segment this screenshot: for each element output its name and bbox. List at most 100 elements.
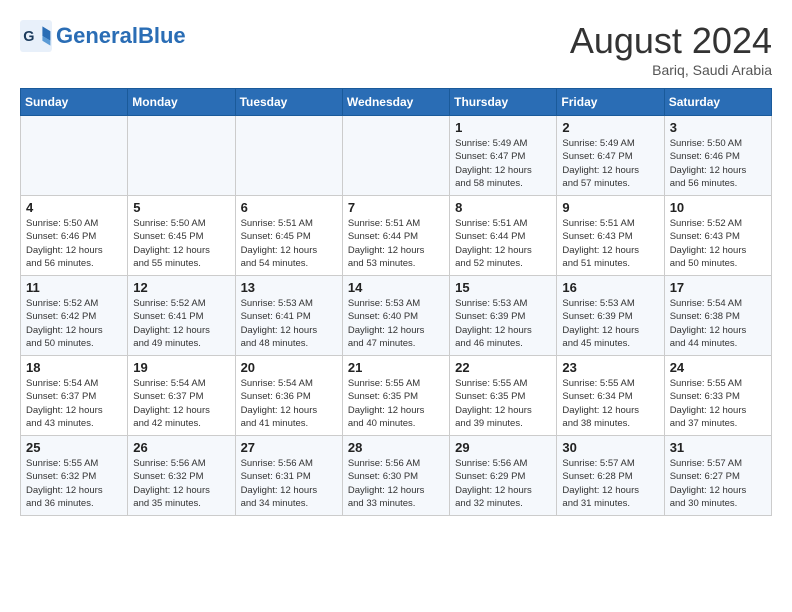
day-info: Sunrise: 5:55 AM Sunset: 6:34 PM Dayligh…: [562, 377, 658, 430]
calendar-cell: 11 Sunrise: 5:52 AM Sunset: 6:42 PM Dayli…: [21, 276, 128, 356]
logo-text: GeneralBlue: [56, 25, 186, 47]
day-info: Sunrise: 5:52 AM Sunset: 6:42 PM Dayligh…: [26, 297, 122, 350]
day-number: 6: [241, 200, 337, 215]
logo-blue: Blue: [138, 23, 186, 48]
day-info: Sunrise: 5:50 AM Sunset: 6:46 PM Dayligh…: [670, 137, 766, 190]
day-number: 27: [241, 440, 337, 455]
month-title: August 2024: [570, 20, 772, 62]
calendar-cell: 3 Sunrise: 5:50 AM Sunset: 6:46 PM Daylig…: [664, 116, 771, 196]
day-number: 16: [562, 280, 658, 295]
calendar-cell: 9 Sunrise: 5:51 AM Sunset: 6:43 PM Daylig…: [557, 196, 664, 276]
calendar-cell: 5Sunrise: 5:50 AM Sunset: 6:45 PM Daylig…: [128, 196, 235, 276]
weekday-header-tuesday: Tuesday: [235, 89, 342, 116]
day-number: 8: [455, 200, 551, 215]
day-info: Sunrise: 5:54 AM Sunset: 6:36 PM Dayligh…: [241, 377, 337, 430]
logo-icon: G: [20, 20, 52, 52]
calendar-cell: 4 Sunrise: 5:50 AM Sunset: 6:46 PM Daylig…: [21, 196, 128, 276]
day-number: 10: [670, 200, 766, 215]
day-info: Sunrise: 5:50 AM Sunset: 6:46 PM Dayligh…: [26, 217, 122, 270]
day-info: Sunrise: 5:53 AM Sunset: 6:41 PM Dayligh…: [241, 297, 337, 350]
calendar-cell: 20Sunrise: 5:54 AM Sunset: 6:36 PM Dayli…: [235, 356, 342, 436]
day-info: Sunrise: 5:52 AM Sunset: 6:43 PM Dayligh…: [670, 217, 766, 270]
weekday-header-row: SundayMondayTuesdayWednesdayThursdayFrid…: [21, 89, 772, 116]
day-info: Sunrise: 5:49 AM Sunset: 6:47 PM Dayligh…: [562, 137, 658, 190]
day-info: Sunrise: 5:51 AM Sunset: 6:43 PM Dayligh…: [562, 217, 658, 270]
day-info: Sunrise: 5:51 AM Sunset: 6:45 PM Dayligh…: [241, 217, 337, 270]
calendar-cell: 12 Sunrise: 5:52 AM Sunset: 6:41 PM Dayli…: [128, 276, 235, 356]
day-info: Sunrise: 5:54 AM Sunset: 6:37 PM Dayligh…: [133, 377, 229, 430]
day-info: Sunrise: 5:54 AM Sunset: 6:38 PM Dayligh…: [670, 297, 766, 350]
week-row-4: 18 Sunrise: 5:54 AM Sunset: 6:37 PM Dayli…: [21, 356, 772, 436]
day-number: 15: [455, 280, 551, 295]
calendar-cell: 23 Sunrise: 5:55 AM Sunset: 6:34 PM Dayli…: [557, 356, 664, 436]
day-number: 29: [455, 440, 551, 455]
calendar-cell: 16Sunrise: 5:53 AM Sunset: 6:39 PM Dayli…: [557, 276, 664, 356]
day-info: Sunrise: 5:54 AM Sunset: 6:37 PM Dayligh…: [26, 377, 122, 430]
calendar-cell: 27 Sunrise: 5:56 AM Sunset: 6:31 PM Dayli…: [235, 436, 342, 516]
calendar-cell: 25Sunrise: 5:55 AM Sunset: 6:32 PM Dayli…: [21, 436, 128, 516]
calendar-cell: 29 Sunrise: 5:56 AM Sunset: 6:29 PM Dayli…: [450, 436, 557, 516]
calendar-cell: [128, 116, 235, 196]
day-number: 28: [348, 440, 444, 455]
calendar-cell: [235, 116, 342, 196]
day-number: 1: [455, 120, 551, 135]
day-number: 9: [562, 200, 658, 215]
logo-general: General: [56, 23, 138, 48]
day-info: Sunrise: 5:56 AM Sunset: 6:30 PM Dayligh…: [348, 457, 444, 510]
title-area: August 2024 Bariq, Saudi Arabia: [570, 20, 772, 78]
day-info: Sunrise: 5:55 AM Sunset: 6:33 PM Dayligh…: [670, 377, 766, 430]
day-info: Sunrise: 5:56 AM Sunset: 6:29 PM Dayligh…: [455, 457, 551, 510]
page-header: G GeneralBlue August 2024 Bariq, Saudi A…: [20, 20, 772, 78]
day-info: Sunrise: 5:56 AM Sunset: 6:31 PM Dayligh…: [241, 457, 337, 510]
weekday-header-monday: Monday: [128, 89, 235, 116]
calendar-cell: 24Sunrise: 5:55 AM Sunset: 6:33 PM Dayli…: [664, 356, 771, 436]
day-info: Sunrise: 5:55 AM Sunset: 6:35 PM Dayligh…: [348, 377, 444, 430]
day-number: 18: [26, 360, 122, 375]
svg-text:G: G: [23, 29, 34, 45]
week-row-2: 4 Sunrise: 5:50 AM Sunset: 6:46 PM Daylig…: [21, 196, 772, 276]
day-info: Sunrise: 5:51 AM Sunset: 6:44 PM Dayligh…: [455, 217, 551, 270]
calendar-cell: 2Sunrise: 5:49 AM Sunset: 6:47 PM Daylig…: [557, 116, 664, 196]
calendar-cell: 28 Sunrise: 5:56 AM Sunset: 6:30 PM Dayli…: [342, 436, 449, 516]
calendar-cell: 19Sunrise: 5:54 AM Sunset: 6:37 PM Dayli…: [128, 356, 235, 436]
day-info: Sunrise: 5:53 AM Sunset: 6:39 PM Dayligh…: [455, 297, 551, 350]
day-number: 12: [133, 280, 229, 295]
calendar-cell: 22 Sunrise: 5:55 AM Sunset: 6:35 PM Dayli…: [450, 356, 557, 436]
calendar-cell: 13 Sunrise: 5:53 AM Sunset: 6:41 PM Dayli…: [235, 276, 342, 356]
weekday-header-saturday: Saturday: [664, 89, 771, 116]
calendar-cell: 31Sunrise: 5:57 AM Sunset: 6:27 PM Dayli…: [664, 436, 771, 516]
day-info: Sunrise: 5:49 AM Sunset: 6:47 PM Dayligh…: [455, 137, 551, 190]
weekday-header-sunday: Sunday: [21, 89, 128, 116]
calendar-cell: 18 Sunrise: 5:54 AM Sunset: 6:37 PM Dayli…: [21, 356, 128, 436]
day-number: 14: [348, 280, 444, 295]
calendar-cell: [342, 116, 449, 196]
day-number: 31: [670, 440, 766, 455]
calendar-cell: [21, 116, 128, 196]
calendar-cell: 10 Sunrise: 5:52 AM Sunset: 6:43 PM Dayli…: [664, 196, 771, 276]
day-number: 23: [562, 360, 658, 375]
day-info: Sunrise: 5:56 AM Sunset: 6:32 PM Dayligh…: [133, 457, 229, 510]
day-info: Sunrise: 5:55 AM Sunset: 6:32 PM Dayligh…: [26, 457, 122, 510]
day-number: 3: [670, 120, 766, 135]
calendar-cell: 6 Sunrise: 5:51 AM Sunset: 6:45 PM Daylig…: [235, 196, 342, 276]
weekday-header-wednesday: Wednesday: [342, 89, 449, 116]
calendar-cell: 14 Sunrise: 5:53 AM Sunset: 6:40 PM Dayli…: [342, 276, 449, 356]
day-number: 21: [348, 360, 444, 375]
day-number: 4: [26, 200, 122, 215]
week-row-1: 1 Sunrise: 5:49 AM Sunset: 6:47 PM Daylig…: [21, 116, 772, 196]
logo: G GeneralBlue: [20, 20, 186, 52]
day-info: Sunrise: 5:51 AM Sunset: 6:44 PM Dayligh…: [348, 217, 444, 270]
day-number: 30: [562, 440, 658, 455]
day-info: Sunrise: 5:57 AM Sunset: 6:28 PM Dayligh…: [562, 457, 658, 510]
day-number: 11: [26, 280, 122, 295]
calendar-cell: 26Sunrise: 5:56 AM Sunset: 6:32 PM Dayli…: [128, 436, 235, 516]
calendar-cell: 7Sunrise: 5:51 AM Sunset: 6:44 PM Daylig…: [342, 196, 449, 276]
day-info: Sunrise: 5:53 AM Sunset: 6:40 PM Dayligh…: [348, 297, 444, 350]
day-number: 22: [455, 360, 551, 375]
day-number: 13: [241, 280, 337, 295]
day-info: Sunrise: 5:55 AM Sunset: 6:35 PM Dayligh…: [455, 377, 551, 430]
week-row-5: 25Sunrise: 5:55 AM Sunset: 6:32 PM Dayli…: [21, 436, 772, 516]
day-info: Sunrise: 5:52 AM Sunset: 6:41 PM Dayligh…: [133, 297, 229, 350]
calendar-cell: 30 Sunrise: 5:57 AM Sunset: 6:28 PM Dayli…: [557, 436, 664, 516]
calendar-cell: 15 Sunrise: 5:53 AM Sunset: 6:39 PM Dayli…: [450, 276, 557, 356]
